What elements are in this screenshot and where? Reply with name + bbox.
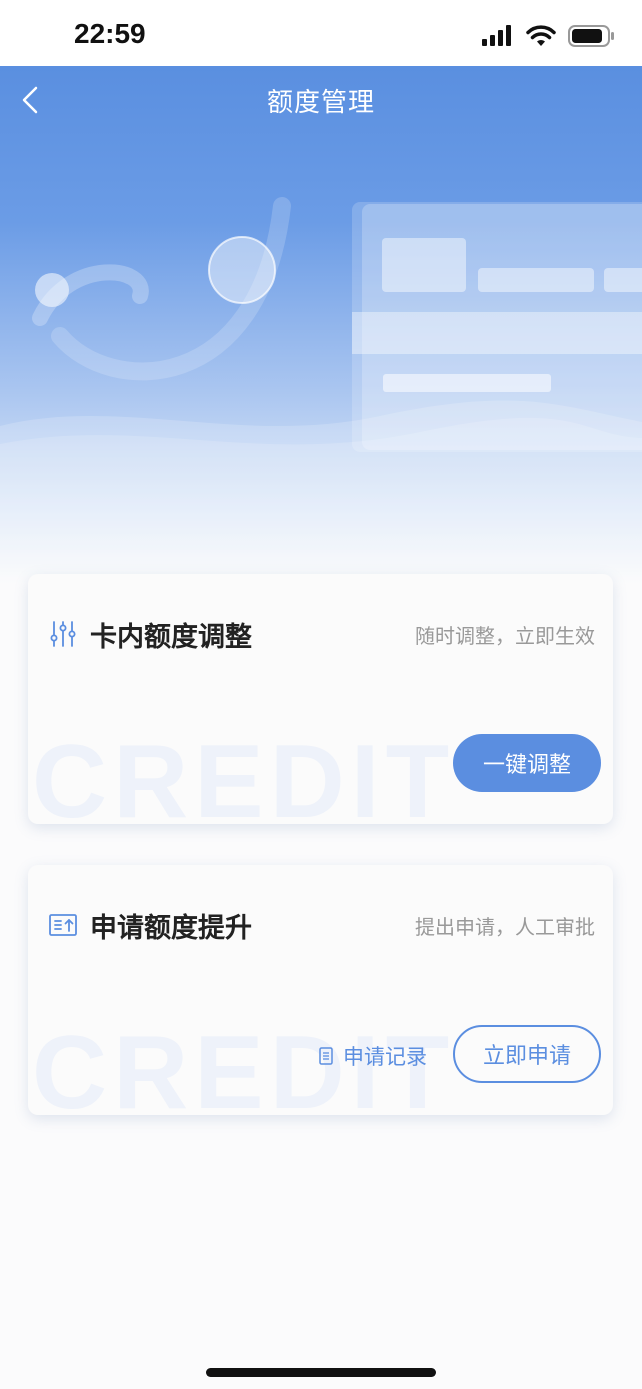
- sliders-icon: [50, 621, 76, 647]
- document-icon: [319, 1047, 333, 1065]
- upgrade-icon: [49, 914, 77, 936]
- status-icons: [482, 24, 616, 48]
- card-watermark: CREDIT: [32, 724, 456, 824]
- nav-bar: 额度管理: [0, 66, 642, 132]
- one-click-adjust-button[interactable]: 一键调整: [453, 734, 601, 792]
- apply-now-button[interactable]: 立即申请: [453, 1025, 601, 1083]
- card-title: 卡内额度调整: [90, 621, 252, 653]
- hero-banner: [0, 66, 642, 586]
- status-time: 22:59: [74, 18, 146, 49]
- wifi-icon: [526, 25, 556, 46]
- hero-illustration: [0, 197, 642, 586]
- card-limit-increase: CREDIT 申请额度提升 提出申请，人工审批 申请记录 立即申请: [28, 865, 613, 1115]
- application-records-link[interactable]: 申请记录: [319, 1041, 427, 1071]
- card-title: 申请额度提升: [90, 912, 252, 944]
- card-limit-adjust: CREDIT 卡内额度调整 随时调整，立即生效 一键调整: [28, 574, 613, 824]
- application-records-label: 申请记录: [343, 1045, 427, 1069]
- battery-icon: [568, 25, 614, 47]
- card-subtitle: 提出申请，人工审批: [415, 914, 595, 939]
- card-subtitle: 随时调整，立即生效: [415, 623, 595, 648]
- signal-icon: [482, 25, 511, 46]
- home-indicator: [206, 1368, 436, 1377]
- status-bar: 22:59: [0, 0, 642, 66]
- page-title: 额度管理: [266, 88, 375, 118]
- card-header: 卡内额度调整 随时调整，立即生效: [48, 614, 595, 654]
- card-header: 申请额度提升 提出申请，人工审批: [48, 905, 595, 945]
